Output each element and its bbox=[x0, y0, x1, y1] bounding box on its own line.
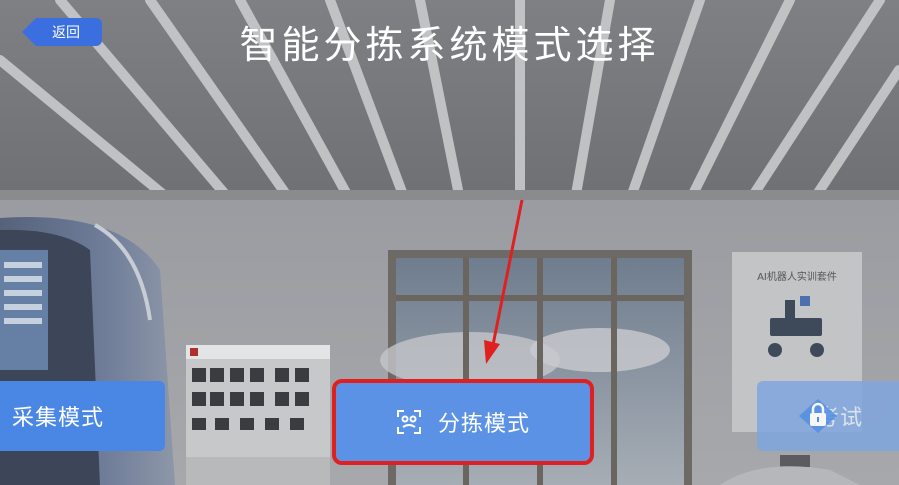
exam-mode-button[interactable]: 考试 bbox=[757, 381, 899, 451]
sort-mode-button[interactable]: 分拣模式 bbox=[332, 379, 594, 465]
collect-mode-button[interactable]: 采集模式 bbox=[0, 381, 165, 451]
collect-mode-label: 采集模式 bbox=[12, 406, 105, 431]
lock-icon bbox=[799, 399, 837, 433]
scan-icon bbox=[396, 410, 421, 434]
svg-text:AI机器人实训套件: AI机器人实训套件 bbox=[757, 270, 837, 283]
sort-mode-label: 分拣模式 bbox=[437, 412, 530, 437]
page-title: 智能分拣系统模式选择 bbox=[239, 23, 660, 67]
